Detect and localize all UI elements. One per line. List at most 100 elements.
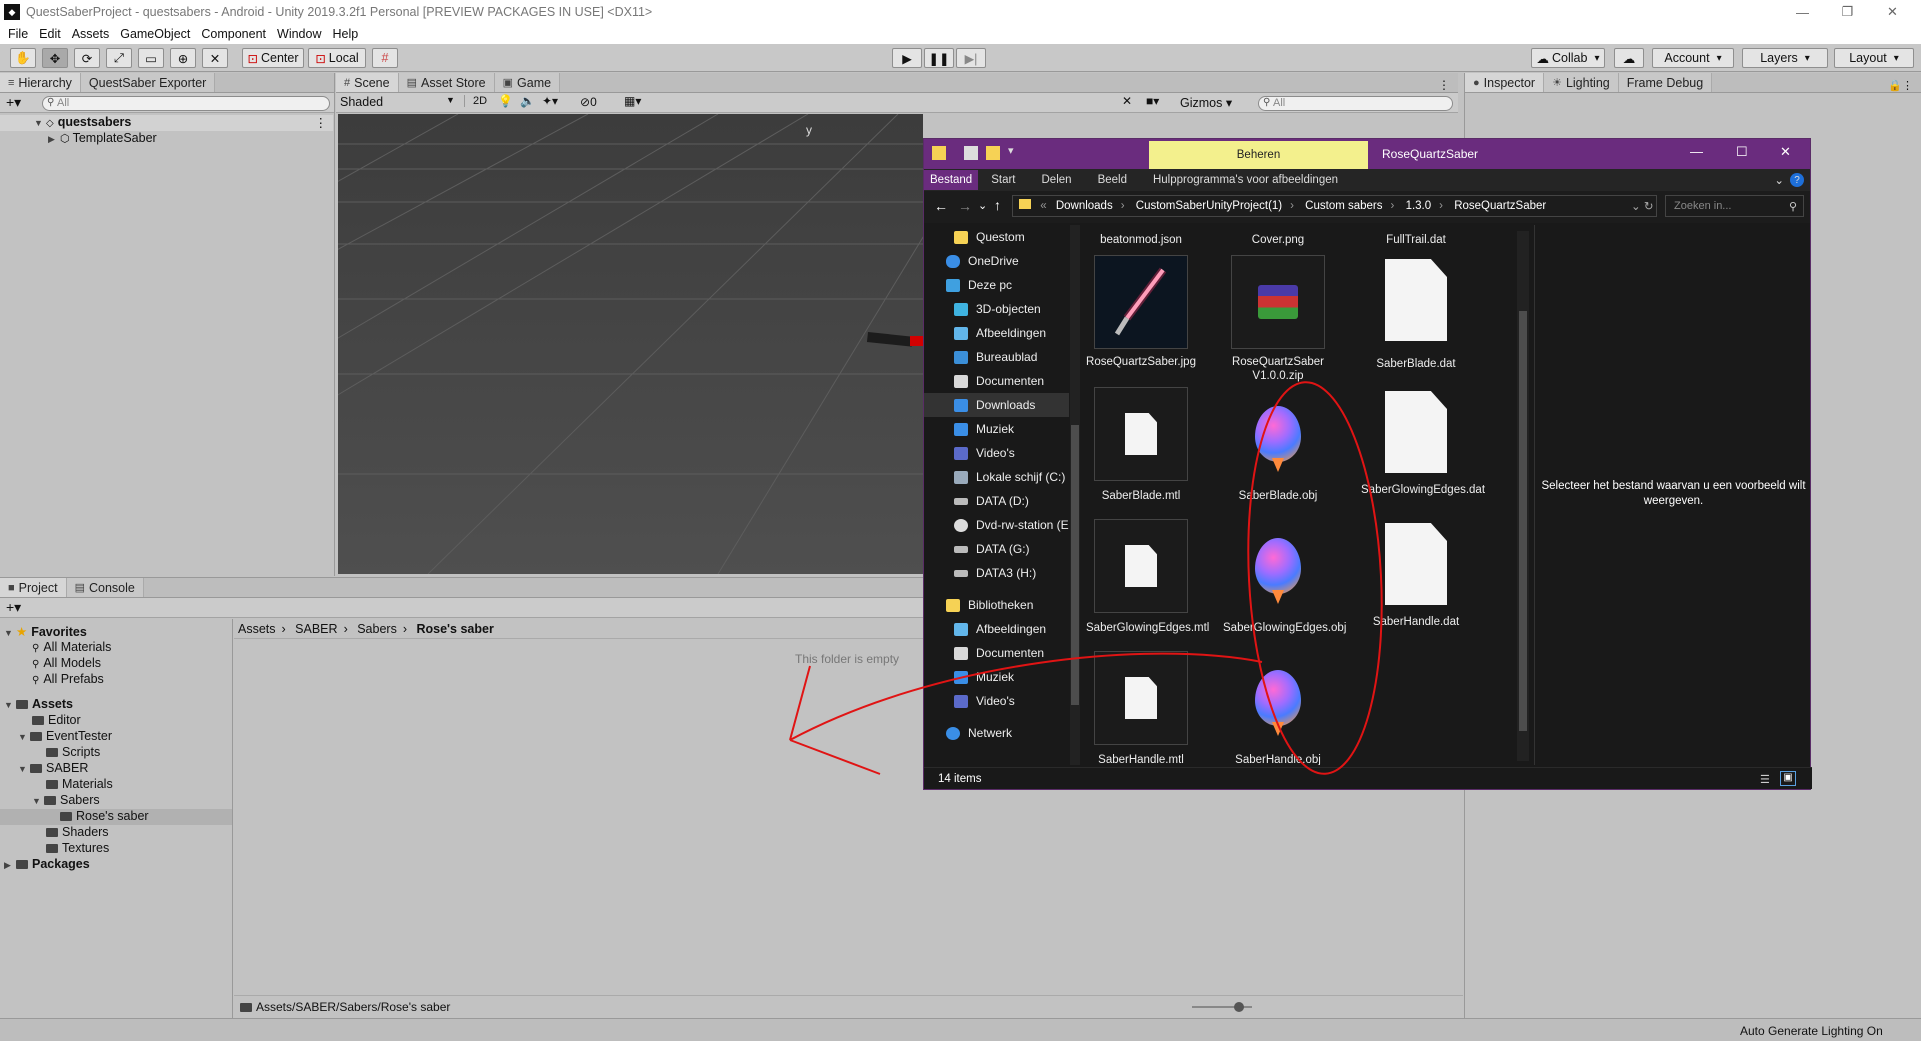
back-arrow-icon[interactable]: ← (934, 198, 948, 214)
menu-edit[interactable]: Edit (39, 27, 61, 41)
pivot-local-button[interactable]: ⊡ Local (308, 48, 366, 68)
tab-questsaber-exporter[interactable]: QuestSaber Exporter (80, 73, 216, 92)
layout-dropdown[interactable]: Layout (1834, 48, 1914, 68)
explorer-maximize-icon[interactable]: ☐ (1736, 144, 1748, 160)
nav-deze-pc[interactable]: Deze pc (924, 273, 1069, 297)
roses-saber-folder-item[interactable]: Rose's saber (0, 809, 232, 825)
pause-button[interactable]: ❚❚ (924, 48, 954, 68)
nav-documenten[interactable]: Documenten (924, 369, 1069, 393)
explorer-minimize-icon[interactable]: — (1690, 144, 1703, 159)
tab-hierarchy[interactable]: ≡ Hierarchy (0, 73, 81, 92)
up-arrow-icon[interactable]: ↑ (994, 197, 1001, 213)
file-saberglowingedges-obj[interactable]: SaberGlowingEdges.obj (1223, 519, 1346, 635)
path-rosequartzsaber[interactable]: RoseQuartzSaber (1454, 200, 1546, 212)
nav-data-g[interactable]: DATA (G:) (924, 537, 1069, 561)
saber-folder-item[interactable]: ▼ SABER (18, 761, 88, 775)
file-rosequartzsaber-jpg[interactable]: RoseQuartzSaber.jpg (1086, 255, 1196, 369)
folder-quick-icon[interactable] (932, 146, 946, 160)
nav-lib-videos[interactable]: Video's (924, 689, 1069, 713)
rotate-tool-icon[interactable]: ⟳ (74, 48, 100, 68)
nav-afbeeldingen[interactable]: Afbeeldingen (924, 321, 1069, 345)
file-saberglowingedges-dat[interactable]: SaberGlowingEdges.dat (1361, 387, 1485, 497)
forward-arrow-icon[interactable]: → (958, 198, 972, 214)
minimize-icon[interactable]: — (1780, 0, 1825, 24)
ribbon-start[interactable]: Start (978, 174, 1028, 186)
scene-root-item[interactable]: ▼ ◇ questsabers ⋮ (0, 115, 333, 131)
project-create-button[interactable]: +▾ (6, 599, 21, 616)
nav-videos[interactable]: Video's (924, 441, 1069, 465)
file-saberhandle-obj[interactable]: SaberHandle.obj (1223, 651, 1333, 765)
hidden-objects-count[interactable]: ⊘0 (580, 95, 597, 109)
ribbon-delen[interactable]: Delen (1029, 174, 1085, 186)
nav-scrollbar[interactable] (1070, 225, 1080, 765)
assets-folder-item[interactable]: ▼ Assets (4, 697, 73, 711)
sabers-folder-item[interactable]: ▼ Sabers (32, 793, 100, 807)
favorites-item[interactable]: ▼ ★ Favorites (4, 624, 87, 639)
nav-lokale-schijf-c[interactable]: Lokale schijf (C:) (924, 465, 1069, 489)
nav-questom[interactable]: Questom (924, 225, 1069, 249)
step-button[interactable]: ▶| (956, 48, 986, 68)
nav-bureaublad[interactable]: Bureaublad (924, 345, 1069, 369)
materials-folder-item[interactable]: Materials (46, 777, 113, 791)
transform-tool-icon[interactable]: ⊕ (170, 48, 196, 68)
zoom-slider-handle[interactable] (1234, 1002, 1244, 1012)
hierarchy-search-input[interactable]: All (42, 96, 330, 111)
file-saberblade-obj[interactable]: SaberBlade.obj (1223, 387, 1333, 503)
file-saberhandle-mtl[interactable]: SaberHandle.mtl (1086, 651, 1196, 765)
crumb-saber[interactable]: SABER (295, 622, 337, 636)
nav-muziek[interactable]: Muziek (924, 417, 1069, 441)
refresh-icon[interactable]: ⌄ ↻ (1631, 199, 1653, 213)
gizmos-dropdown[interactable]: Gizmos ▾ (1180, 95, 1232, 110)
audio-toggle-icon[interactable]: 🔈 (520, 94, 535, 108)
file-saberblade-dat[interactable]: SaberBlade.dat (1361, 255, 1471, 371)
lock-icon[interactable]: 🔒⋮ (1888, 79, 1913, 92)
nav-data3-h[interactable]: DATA3 (H:) (924, 561, 1069, 585)
ribbon-bestand[interactable]: Bestand (924, 170, 979, 190)
ribbon-hulpprogrammas[interactable]: Hulpprogramma's voor afbeeldingen (1140, 174, 1351, 186)
play-button[interactable]: ▶ (892, 48, 922, 68)
account-dropdown[interactable]: Account (1652, 48, 1734, 68)
eventtester-folder-item[interactable]: ▼ EventTester (18, 729, 112, 743)
nav-onedrive[interactable]: OneDrive (924, 249, 1069, 273)
tab-scene[interactable]: # Scene (336, 73, 399, 92)
tab-frame-debug[interactable]: Frame Debug (1618, 73, 1713, 92)
file-saberhandle-dat[interactable]: SaberHandle.dat (1361, 519, 1471, 629)
saber-object[interactable] (866, 332, 913, 347)
all-materials-item[interactable]: ⚲ All Materials (32, 640, 111, 654)
scene-viewport[interactable]: y (338, 114, 923, 574)
explorer-close-icon[interactable]: ✕ (1780, 144, 1791, 160)
file-saberglowingedges-mtl[interactable]: SaberGlowingEdges.mtl (1086, 519, 1209, 635)
layers-dropdown[interactable]: Layers (1742, 48, 1828, 68)
nav-3d-objecten[interactable]: 3D-objecten (924, 297, 1069, 321)
maximize-icon[interactable]: ❐ (1825, 0, 1870, 24)
path-input[interactable]: « Downloads › CustomSaberUnityProject(1) ›… (1012, 195, 1657, 217)
menu-assets[interactable]: Assets (72, 27, 110, 41)
menu-component[interactable]: Component (201, 27, 266, 41)
menu-file[interactable]: File (8, 27, 28, 41)
2d-toggle[interactable]: 2D (464, 95, 495, 107)
quick-access-dropdown-icon[interactable]: ▾ (1008, 144, 1014, 157)
packages-folder-item[interactable]: ▶ Packages (4, 857, 90, 871)
shading-mode-dropdown[interactable]: Shaded ▼ (340, 95, 460, 109)
nav-netwerk[interactable]: Netwerk (924, 721, 1069, 745)
menu-gameobject[interactable]: GameObject (120, 27, 190, 41)
nav-data-d[interactable]: DATA (D:) (924, 489, 1069, 513)
tab-game[interactable]: ▣ Game (494, 73, 561, 92)
crumb-sabers[interactable]: Sabers (357, 622, 397, 636)
all-models-item[interactable]: ⚲ All Models (32, 656, 101, 670)
manage-tab[interactable]: Beheren (1149, 141, 1368, 169)
move-tool-icon[interactable]: ✥ (42, 48, 68, 68)
file-saberblade-mtl[interactable]: SaberBlade.mtl (1086, 387, 1196, 503)
ribbon-expand-icon[interactable]: ⌄ (1768, 173, 1790, 187)
explorer-search-input[interactable]: Zoeken in... ⚲ (1665, 195, 1804, 217)
crumb-assets[interactable]: Assets (238, 622, 276, 636)
effects-toggle-icon[interactable]: ✦▾ (542, 94, 558, 108)
file-cover-png[interactable]: Cover.png (1223, 233, 1333, 247)
file-beatonmod-json[interactable]: beatonmod.json (1086, 233, 1196, 247)
lighting-toggle-icon[interactable]: 💡 (498, 94, 513, 108)
tab-project[interactable]: ■ Project (0, 578, 67, 597)
new-folder-icon[interactable] (986, 146, 1000, 160)
tools-icon[interactable]: ✕ (1122, 94, 1132, 108)
recent-dropdown-icon[interactable]: ⌄ (978, 199, 987, 212)
properties-icon[interactable] (964, 146, 978, 160)
